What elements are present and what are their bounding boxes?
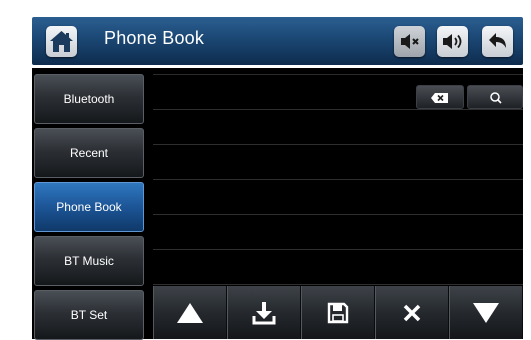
sidebar-item-label: Recent xyxy=(69,146,109,160)
home-button[interactable] xyxy=(46,26,77,57)
main-area: Bluetooth Recent Phone Book BT Music BT … xyxy=(32,68,523,340)
volume-icon xyxy=(443,34,462,49)
mute-icon xyxy=(401,34,419,49)
page-title: Phone Book xyxy=(104,28,205,48)
mute-button[interactable] xyxy=(394,26,425,57)
sidebar-item-recent[interactable]: Recent xyxy=(34,128,144,178)
sidebar-item-phone-book[interactable]: Phone Book xyxy=(34,182,144,232)
arrow-up-icon xyxy=(177,302,203,323)
delete-button[interactable] xyxy=(375,286,449,339)
arrow-down-icon xyxy=(473,302,499,323)
contact-list xyxy=(153,74,523,285)
scroll-up-button[interactable] xyxy=(153,286,227,339)
sidebar-item-label: Bluetooth xyxy=(63,92,115,106)
list-item[interactable] xyxy=(153,110,523,145)
bottom-toolbar xyxy=(153,286,523,339)
backspace-icon xyxy=(431,93,448,103)
close-icon xyxy=(403,304,421,321)
home-icon xyxy=(50,31,73,52)
download-button[interactable] xyxy=(227,286,301,339)
back-button[interactable] xyxy=(482,26,513,57)
sidebar-item-label: Phone Book xyxy=(56,200,122,214)
sidebar-item-bt-set[interactable]: BT Set xyxy=(34,290,144,340)
sidebar-item-label: BT Music xyxy=(64,254,114,268)
list-item[interactable] xyxy=(153,180,523,215)
list-item[interactable] xyxy=(153,250,523,285)
title-bar: Phone Book xyxy=(32,17,523,65)
search-button[interactable] xyxy=(467,85,523,109)
save-button[interactable] xyxy=(301,286,375,339)
download-icon xyxy=(252,301,276,324)
sidebar-item-bluetooth[interactable]: Bluetooth xyxy=(34,74,144,124)
volume-button[interactable] xyxy=(437,26,468,57)
list-item[interactable] xyxy=(153,75,523,110)
backspace-button[interactable] xyxy=(416,85,464,109)
back-icon xyxy=(489,33,506,48)
list-item[interactable] xyxy=(153,145,523,180)
save-icon xyxy=(327,302,349,323)
list-item[interactable] xyxy=(153,215,523,250)
search-icon xyxy=(490,92,502,104)
scroll-down-button[interactable] xyxy=(449,286,523,339)
sidebar-item-bt-music[interactable]: BT Music xyxy=(34,236,144,286)
sidebar-item-label: BT Set xyxy=(70,308,108,322)
